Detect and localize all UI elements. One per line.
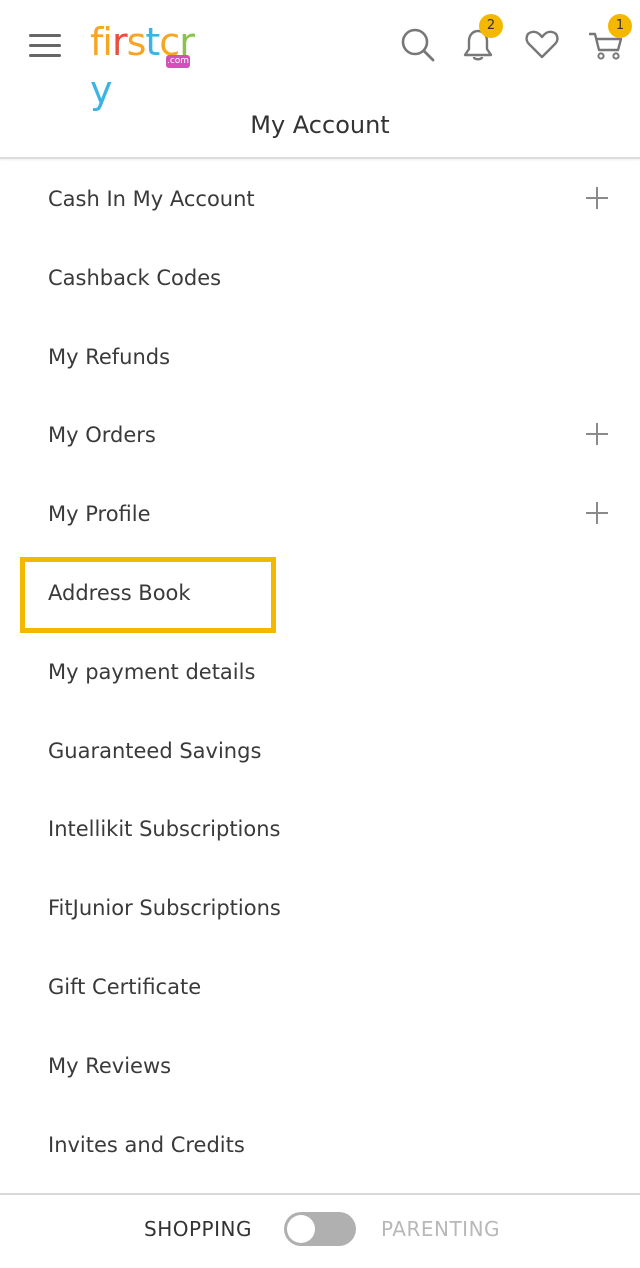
menu-item-fitjunior-subscriptions[interactable]: FitJunior Subscriptions [0, 869, 640, 948]
heart-icon[interactable] [520, 22, 564, 66]
menu-item-label: My Orders [48, 423, 156, 448]
menu-item-cash-in-my-account[interactable]: Cash In My Account [0, 160, 640, 239]
plus-icon[interactable] [586, 423, 608, 446]
menu-item-my-profile[interactable]: My Profile [0, 475, 640, 554]
top-app-bar: firstcry .com 2 1 [0, 0, 640, 112]
menu-item-label: Cash In My Account [48, 187, 255, 211]
bell-icon[interactable]: 2 [456, 14, 503, 66]
toggle-knob [287, 1215, 315, 1243]
menu-item-label: Address Book [48, 580, 191, 605]
plus-icon[interactable] [586, 502, 608, 525]
shopping-mode-label[interactable]: SHOPPING [144, 1195, 252, 1263]
header-divider [0, 157, 640, 159]
menu-item-label: Gift Certificate [48, 974, 202, 999]
menu-item-label: Intellikit Subscriptions [48, 817, 281, 842]
menu-item-label: Guaranteed Savings [48, 738, 262, 763]
cart-icon[interactable]: 1 [586, 14, 632, 66]
plus-icon[interactable] [586, 187, 608, 209]
menu-item-label: My Profile [48, 502, 151, 527]
menu-item-my-reviews[interactable]: My Reviews [0, 1027, 640, 1106]
menu-item-guaranteed-savings[interactable]: Guaranteed Savings [0, 712, 640, 791]
menu-item-label: My payment details [48, 659, 256, 684]
hamburger-icon[interactable] [29, 32, 63, 58]
search-icon[interactable] [396, 22, 440, 66]
menu-item-label: My Refunds [48, 344, 171, 369]
mode-switch-bar: SHOPPING PARENTING [0, 1195, 640, 1268]
notification-badge: 2 [479, 14, 503, 38]
firstcry-logo[interactable]: firstcry .com [90, 18, 214, 112]
menu-item-gift-certificate[interactable]: Gift Certificate [0, 948, 640, 1027]
cart-badge: 1 [608, 14, 632, 38]
menu-item-intellikit-subscriptions[interactable]: Intellikit Subscriptions [0, 790, 640, 869]
menu-item-my-orders[interactable]: My Orders [0, 396, 640, 475]
menu-item-label: Invites and Credits [48, 1132, 245, 1157]
parenting-mode-label[interactable]: PARENTING [381, 1195, 500, 1263]
menu-item-invites-and-credits[interactable]: Invites and Credits [0, 1106, 640, 1185]
mode-toggle-switch[interactable] [284, 1212, 356, 1246]
menu-item-label: FitJunior Subscriptions [48, 896, 281, 921]
menu-item-label: Cashback Codes [48, 265, 222, 290]
menu-item-label: My Reviews [48, 1053, 172, 1078]
account-menu-list: Cash In My Account Cashback Codes My Ref… [0, 160, 640, 1184]
logo-com-tag: .com [166, 55, 190, 68]
menu-item-my-payment-details[interactable]: My payment details [0, 633, 640, 712]
page-title: My Account [250, 111, 390, 139]
menu-item-address-book[interactable]: Address Book [0, 554, 640, 633]
menu-item-my-refunds[interactable]: My Refunds [0, 318, 640, 397]
menu-item-cashback-codes[interactable]: Cashback Codes [0, 239, 640, 318]
